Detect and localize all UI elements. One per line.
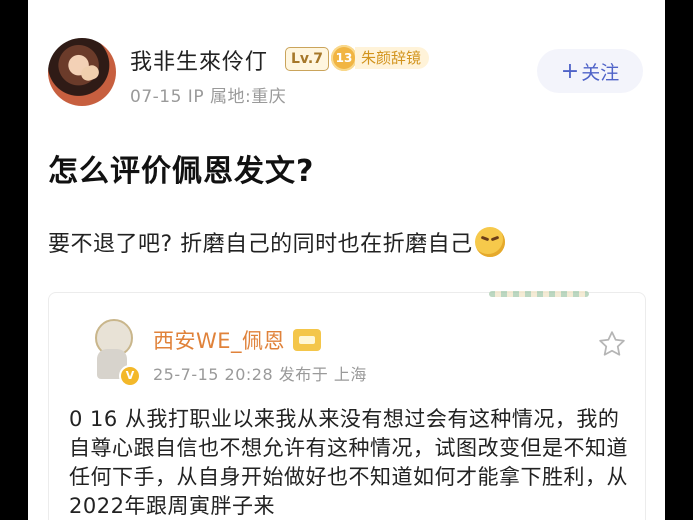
post-body: 要不退了吧? 折磨自己的同时也在折磨自己 bbox=[48, 226, 505, 258]
card-decoration bbox=[489, 291, 589, 297]
post-body-text: 要不退了吧? 折磨自己的同时也在折磨自己 bbox=[48, 232, 473, 257]
quoted-post-card[interactable]: V 西安WE_佩恩 25-7-15 20:28 发布于 上海 0 16 从我打职… bbox=[48, 291, 646, 520]
follow-button[interactable]: + 关注 bbox=[537, 49, 643, 93]
post-title: 怎么评价佩恩发文? bbox=[48, 154, 315, 189]
quoted-author-name: 西安WE_佩恩 bbox=[153, 329, 286, 353]
quoted-post-meta: 25-7-15 20:28 发布于 上海 bbox=[153, 365, 367, 384]
quoted-post-text: 0 16 从我打职业以来我从来没有想过会有这种情况，我的自尊心跟自信也不想允许有… bbox=[69, 407, 628, 518]
verified-badge-icon: V bbox=[119, 365, 141, 387]
member-crown-icon bbox=[293, 329, 322, 351]
quoted-author-name-row[interactable]: 西安WE_佩恩 bbox=[153, 325, 322, 355]
fan-badge[interactable]: 13 朱颜辞镜 bbox=[331, 45, 430, 71]
fan-badge-name: 朱颜辞镜 bbox=[355, 47, 430, 69]
plus-icon: + bbox=[560, 58, 580, 84]
author-avatar[interactable] bbox=[48, 38, 116, 106]
level-badge: Lv.7 bbox=[285, 47, 329, 71]
left-letterbox bbox=[0, 0, 28, 520]
author-name[interactable]: 我非生來伶仃 bbox=[130, 44, 268, 76]
follow-label: 关注 bbox=[581, 61, 620, 84]
avatar-hand bbox=[79, 63, 101, 83]
post-page: 我非生來伶仃 Lv.7 13 朱颜辞镜 07-15 IP 属地:重庆 + 关注 … bbox=[28, 0, 665, 520]
sweat-face-emoji-icon bbox=[474, 227, 505, 257]
favorite-star-icon[interactable] bbox=[597, 329, 627, 359]
right-letterbox bbox=[665, 0, 693, 520]
post-meta: 07-15 IP 属地:重庆 bbox=[130, 87, 287, 107]
quoted-author-avatar[interactable]: V bbox=[87, 315, 141, 387]
fan-badge-icon: 13 bbox=[331, 45, 357, 71]
